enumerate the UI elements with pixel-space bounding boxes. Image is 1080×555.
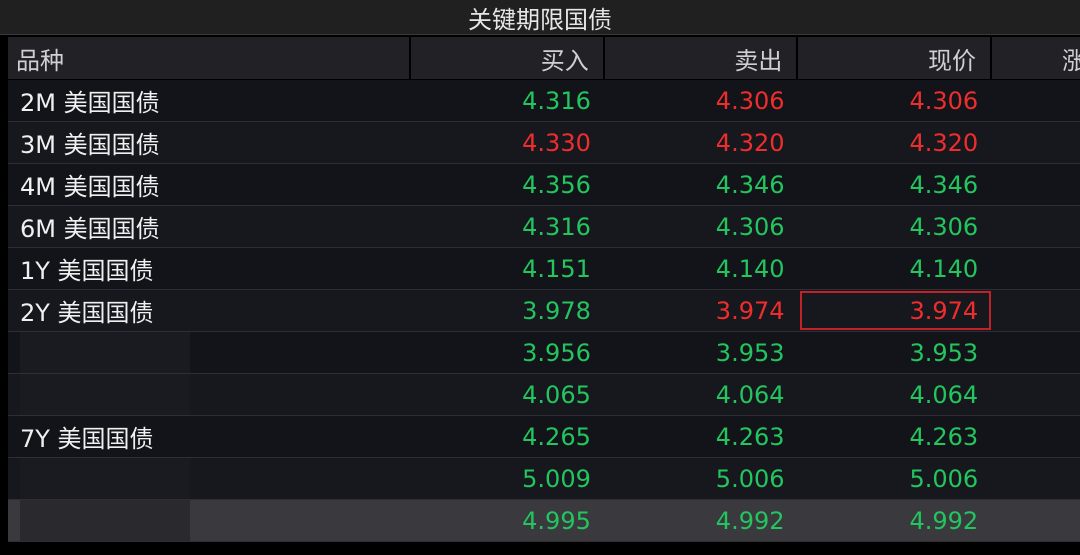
row-name: 7Y 美国国债 xyxy=(20,425,154,453)
row-change xyxy=(992,290,1080,331)
table-row[interactable]: 2M 美国国债 4.316 4.306 4.306 xyxy=(8,80,1080,122)
row-sell: 4.992 xyxy=(715,506,785,535)
row-price: 3.953 xyxy=(909,338,979,367)
row-name-redacted xyxy=(8,458,411,499)
row-sell: 3.974 xyxy=(715,296,785,325)
row-change xyxy=(992,458,1080,499)
row-name-redacted xyxy=(8,500,411,541)
table-row[interactable]: 7Y 美国国债 4.265 4.263 4.263 xyxy=(8,416,1080,458)
row-name: 1Y 美国国债 xyxy=(20,257,154,285)
table-row[interactable]: 4M 美国国债 4.356 4.346 4.346 xyxy=(8,164,1080,206)
table-header: 品种 买入 卖出 现价 涨 xyxy=(8,37,1080,79)
row-price-selected[interactable]: 3.974 xyxy=(799,290,993,331)
row-change xyxy=(992,500,1080,541)
redacted-block xyxy=(20,458,190,499)
table-row-selected[interactable]: 4.995 4.992 4.992 xyxy=(8,500,1080,542)
row-sell: 4.263 xyxy=(715,422,785,451)
row-sell: 4.306 xyxy=(715,86,785,115)
row-change xyxy=(992,80,1080,121)
row-name-redacted xyxy=(8,374,411,415)
column-header-buy[interactable]: 买入 xyxy=(411,37,605,79)
row-price: 4.320 xyxy=(909,128,979,157)
table-row[interactable]: 6M 美国国债 4.316 4.306 4.306 xyxy=(8,206,1080,248)
redacted-block xyxy=(20,500,190,541)
row-price: 4.064 xyxy=(909,380,979,409)
table-row[interactable]: 1Y 美国国债 4.151 4.140 4.140 xyxy=(8,248,1080,290)
table-row[interactable]: 5.009 5.006 5.006 xyxy=(8,458,1080,500)
bond-quote-window: 关键期限国债 品种 买入 卖出 现价 涨 2M 美国国债 4.316 4.306… xyxy=(0,0,1080,555)
row-name: 4M 美国国债 xyxy=(20,173,160,201)
row-change xyxy=(992,374,1080,415)
row-name: 6M 美国国债 xyxy=(20,215,160,243)
quote-table: 2M 美国国债 4.316 4.306 4.306 3M 美国国债 4.330 … xyxy=(8,80,1080,542)
row-buy: 5.009 xyxy=(522,464,591,493)
redacted-block xyxy=(20,374,190,415)
row-price: 4.263 xyxy=(909,422,979,451)
row-sell: 5.006 xyxy=(715,464,785,493)
row-buy: 4.995 xyxy=(522,506,591,535)
column-header-sell[interactable]: 卖出 xyxy=(604,37,799,79)
row-change xyxy=(992,164,1080,205)
row-price: 4.306 xyxy=(909,86,979,115)
column-header-change[interactable]: 涨 xyxy=(992,37,1080,79)
redacted-block xyxy=(20,332,190,373)
row-change xyxy=(992,122,1080,163)
row-buy: 4.265 xyxy=(522,422,591,451)
row-change xyxy=(992,416,1080,457)
row-change xyxy=(992,248,1080,289)
row-buy: 4.065 xyxy=(522,380,591,409)
row-price: 4.992 xyxy=(909,506,979,535)
left-edge xyxy=(0,37,8,555)
column-header-price[interactable]: 现价 xyxy=(798,37,993,79)
row-name-redacted xyxy=(8,332,411,373)
table-row[interactable]: 3.956 3.953 3.953 xyxy=(8,332,1080,374)
window-title: 关键期限国债 xyxy=(0,0,1080,35)
row-price: 5.006 xyxy=(909,464,979,493)
row-name: 2Y 美国国债 xyxy=(20,299,154,327)
table-row[interactable]: 4.065 4.064 4.064 xyxy=(8,374,1080,416)
table-row[interactable]: 3M 美国国债 4.330 4.320 4.320 xyxy=(8,122,1080,164)
row-sell: 4.306 xyxy=(715,212,785,241)
row-buy: 4.316 xyxy=(522,212,591,241)
row-buy: 3.956 xyxy=(522,338,591,367)
column-header-name[interactable]: 品种 xyxy=(8,37,412,79)
row-name: 2M 美国国债 xyxy=(20,89,160,117)
row-change xyxy=(992,332,1080,373)
row-sell: 3.953 xyxy=(715,338,785,367)
row-buy: 4.151 xyxy=(522,254,591,283)
row-sell: 4.346 xyxy=(715,170,785,199)
row-price: 4.346 xyxy=(909,170,979,199)
row-buy: 4.316 xyxy=(522,86,591,115)
row-buy: 3.978 xyxy=(522,296,591,325)
row-sell: 4.320 xyxy=(715,128,785,157)
row-price: 4.140 xyxy=(909,254,979,283)
row-change xyxy=(992,206,1080,247)
row-sell: 4.064 xyxy=(715,380,785,409)
row-buy: 4.356 xyxy=(522,170,591,199)
row-price: 4.306 xyxy=(909,212,979,241)
table-row[interactable]: 2Y 美国国债 3.978 3.974 3.974 xyxy=(8,290,1080,332)
row-sell: 4.140 xyxy=(715,254,785,283)
row-name: 3M 美国国债 xyxy=(20,131,160,159)
row-buy: 4.330 xyxy=(522,128,591,157)
